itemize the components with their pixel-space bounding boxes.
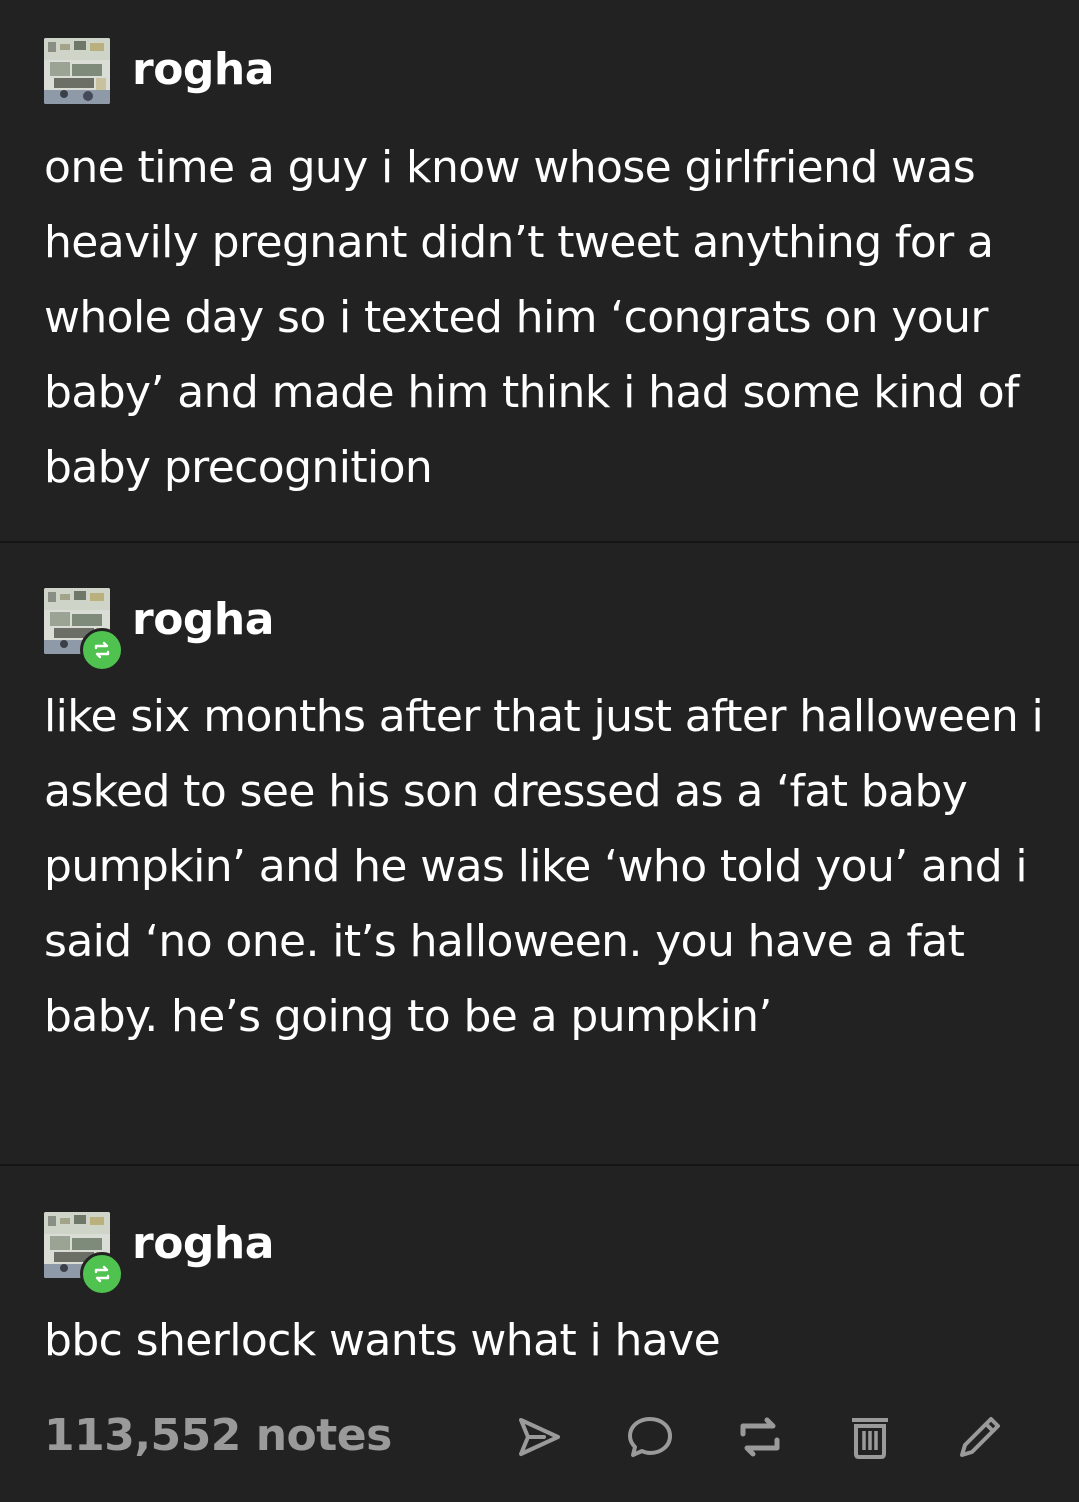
post-text: bbc sherlock wants what i have — [44, 1315, 721, 1366]
post-header: rogha — [44, 38, 644, 104]
reblog-badge-icon — [80, 1252, 124, 1296]
divider — [0, 1164, 1079, 1166]
username[interactable]: rogha — [132, 1216, 274, 1272]
divider — [0, 541, 1079, 543]
post-header: rogha — [44, 588, 644, 672]
pencil-icon — [960, 1417, 1000, 1457]
avatar[interactable] — [44, 38, 110, 104]
trash-icon — [852, 1418, 888, 1459]
reblog-icon — [740, 1417, 780, 1457]
username[interactable]: rogha — [132, 592, 274, 648]
edit-button[interactable] — [955, 1412, 1005, 1462]
speech-bubble-icon — [628, 1417, 672, 1457]
username[interactable]: rogha — [132, 42, 274, 98]
avatar[interactable] — [44, 588, 124, 672]
avatar-image — [44, 38, 110, 104]
share-button[interactable] — [514, 1412, 564, 1462]
post-header: rogha — [44, 1212, 644, 1296]
delete-button[interactable] — [845, 1412, 895, 1462]
post-footer: 113,552 notes — [0, 1390, 1079, 1486]
paper-plane-icon — [519, 1418, 560, 1456]
post-text: one time a guy i know whose girlfriend w… — [44, 142, 1020, 493]
notes-count[interactable]: 113,552 notes — [44, 1406, 392, 1466]
post-text: like six months after that just after ha… — [44, 691, 1044, 1042]
reblog-badge-icon — [80, 628, 124, 672]
reblog-button[interactable] — [735, 1412, 785, 1462]
reply-button[interactable] — [625, 1412, 675, 1462]
avatar[interactable] — [44, 1212, 124, 1296]
